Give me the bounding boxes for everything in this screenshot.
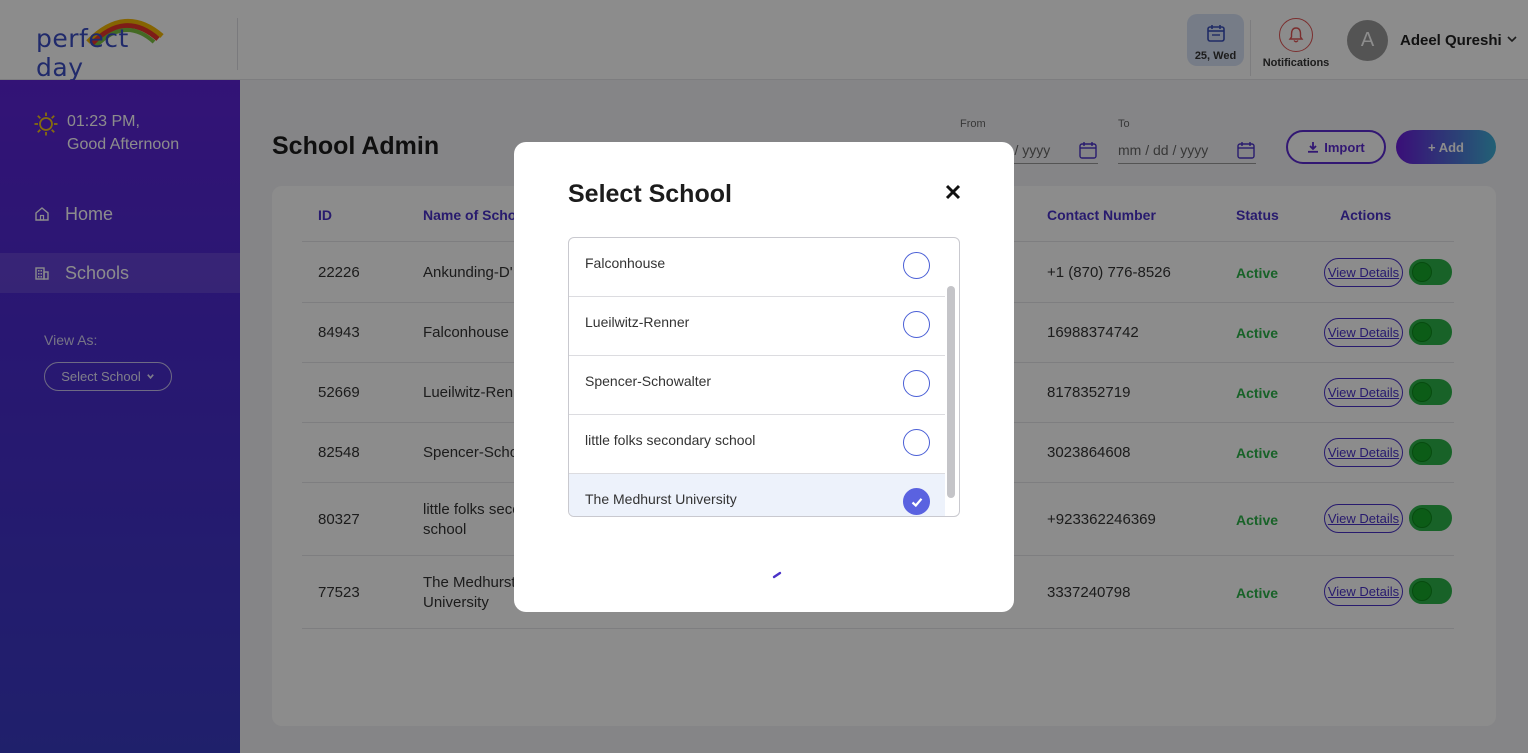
school-option[interactable]: Lueilwitz-Renner xyxy=(569,297,945,356)
loading-spinner-icon xyxy=(772,571,782,579)
school-list[interactable]: Falconhouse Lueilwitz-Renner Spencer-Sch… xyxy=(568,237,960,517)
school-option-label: Falconhouse xyxy=(585,255,666,271)
radio-button[interactable] xyxy=(903,370,930,397)
school-option-label: The Medhurst University xyxy=(585,491,737,507)
school-option-label: Spencer-Schowalter xyxy=(585,373,712,389)
modal-title: Select School xyxy=(568,180,732,208)
radio-button[interactable] xyxy=(903,311,930,338)
radio-button[interactable] xyxy=(903,252,930,279)
check-icon xyxy=(911,497,922,507)
school-option[interactable]: little folks secondary school xyxy=(569,415,945,474)
school-option-label: little folks secondary school xyxy=(585,432,756,448)
school-option-selected[interactable]: The Medhurst University xyxy=(569,474,945,516)
school-option-label: Lueilwitz-Renner xyxy=(585,314,690,330)
select-school-modal: Select School Falconhouse Lueilwitz-Renn… xyxy=(514,142,1014,612)
radio-button-checked[interactable] xyxy=(903,488,930,515)
radio-button[interactable] xyxy=(903,429,930,456)
school-option[interactable]: Spencer-Schowalter xyxy=(569,356,945,415)
close-icon[interactable] xyxy=(944,183,962,201)
scrollbar[interactable] xyxy=(947,286,955,498)
school-option[interactable]: Falconhouse xyxy=(569,238,945,297)
